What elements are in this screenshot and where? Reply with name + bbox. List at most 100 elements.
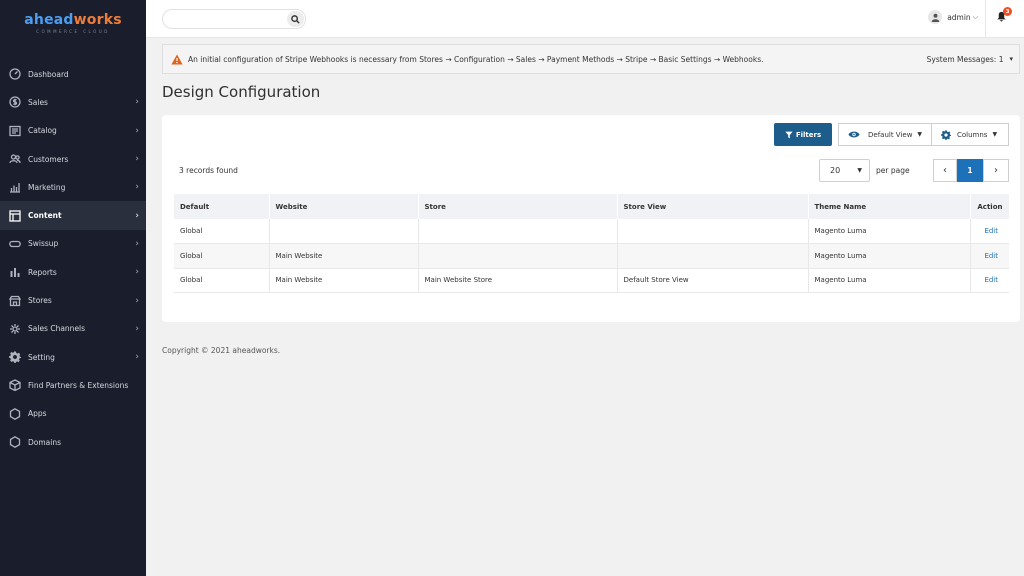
sales-channels-icon bbox=[8, 322, 21, 335]
stores-icon bbox=[8, 294, 21, 307]
sidebar-item-apps[interactable]: Apps bbox=[0, 400, 146, 428]
column-header-website[interactable]: Website bbox=[269, 194, 419, 219]
warning-icon bbox=[171, 54, 183, 64]
sidebar-item-content[interactable]: Content › bbox=[0, 201, 146, 230]
search-button[interactable] bbox=[287, 11, 304, 27]
hexagon-icon bbox=[8, 407, 21, 420]
logo-wordmark: aheadworks bbox=[24, 13, 122, 27]
notification-badge: 3 bbox=[1003, 7, 1012, 16]
eye-icon bbox=[848, 131, 860, 138]
gear-icon bbox=[8, 351, 21, 364]
cell-store-view bbox=[617, 219, 809, 244]
logo-part1: ahead bbox=[24, 11, 74, 28]
sidebar-item-find-partners[interactable]: Find Partners & Extensions bbox=[0, 371, 146, 399]
cell-store bbox=[418, 243, 618, 269]
sidebar-item-label: Sales bbox=[28, 97, 48, 107]
search-box bbox=[162, 9, 306, 29]
sidebar-item-label: Dashboard bbox=[28, 69, 69, 79]
search-input[interactable] bbox=[163, 10, 283, 28]
swissup-icon bbox=[8, 237, 21, 250]
system-messages-toggle[interactable]: System Messages: 1 bbox=[927, 55, 1004, 64]
cell-store bbox=[418, 219, 618, 244]
sidebar-item-label: Reports bbox=[28, 267, 57, 277]
table-row: Global Main Website Main Website Store D… bbox=[174, 268, 1009, 293]
chevron-right-icon: › bbox=[135, 323, 139, 334]
table-row: Global Main Website Magento Luma Edit bbox=[174, 243, 1009, 269]
sidebar-item-domains[interactable]: Domains bbox=[0, 428, 146, 456]
edit-link[interactable]: Edit bbox=[970, 268, 1009, 293]
chevron-right-icon: › bbox=[994, 165, 998, 176]
sidebar-item-swissup[interactable]: Swissup › bbox=[0, 230, 146, 258]
columns-selector[interactable]: Columns ▼ bbox=[931, 123, 1009, 146]
sidebar-item-label: Marketing bbox=[28, 182, 66, 192]
grid-card: Filters Default View ▼ Columns ▼ 3 recor… bbox=[162, 115, 1020, 322]
column-header-store[interactable]: Store bbox=[418, 194, 618, 219]
sidebar-item-customers[interactable]: Customers › bbox=[0, 145, 146, 173]
caret-down-icon: ▼ bbox=[857, 167, 862, 174]
edit-link[interactable]: Edit bbox=[970, 243, 1009, 269]
sidebar-item-reports[interactable]: Reports › bbox=[0, 258, 146, 286]
sidebar-item-sales-channels[interactable]: Sales Channels › bbox=[0, 315, 146, 343]
sidebar-item-marketing[interactable]: Marketing › bbox=[0, 173, 146, 201]
pagination-current-page[interactable]: 1 bbox=[957, 159, 983, 182]
system-message-bar: An initial configuration of Stripe Webho… bbox=[162, 44, 1020, 74]
caret-down-icon: ▼ bbox=[992, 131, 998, 138]
chevron-right-icon: › bbox=[135, 267, 139, 278]
sidebar-item-label: Domains bbox=[28, 437, 62, 447]
hexagon-icon bbox=[8, 436, 21, 449]
caret-down-icon[interactable]: ▾ bbox=[1009, 55, 1013, 63]
notifications-button[interactable]: 3 bbox=[996, 7, 1012, 24]
logo-tagline: COMMERCE CLOUD bbox=[36, 28, 110, 34]
cell-default: Global bbox=[174, 243, 270, 269]
table-header-row: Default Website Store Store View Theme N… bbox=[174, 194, 1010, 219]
cell-default: Global bbox=[174, 219, 270, 244]
pagination-prev-button[interactable]: ‹ bbox=[933, 159, 957, 182]
column-header-action: Action bbox=[970, 194, 1010, 219]
column-header-store-view[interactable]: Store View bbox=[617, 194, 809, 219]
view-selector[interactable]: Default View ▼ bbox=[838, 123, 932, 146]
table-row: Global Magento Luma Edit bbox=[174, 219, 1009, 244]
customers-icon bbox=[8, 153, 21, 166]
caret-down-icon: ▼ bbox=[917, 131, 923, 138]
chevron-right-icon: › bbox=[135, 182, 139, 193]
pagination-next-button[interactable]: › bbox=[983, 159, 1009, 182]
sidebar-item-sales[interactable]: Sales › bbox=[0, 88, 146, 116]
sidebar-item-label: Content bbox=[28, 211, 62, 221]
sidebar-item-setting[interactable]: Setting › bbox=[0, 343, 146, 371]
chevron-right-icon: › bbox=[135, 210, 139, 221]
chevron-right-icon: › bbox=[135, 125, 139, 136]
user-menu[interactable]: admin ⌵ bbox=[928, 10, 978, 24]
per-page-label: per page bbox=[876, 166, 910, 175]
header-divider bbox=[985, 0, 986, 38]
filters-label: Filters bbox=[795, 130, 822, 139]
view-label: Default View bbox=[868, 130, 913, 139]
page-title: Design Configuration bbox=[162, 83, 321, 101]
chevron-right-icon: › bbox=[135, 352, 139, 363]
cell-store-view bbox=[617, 243, 809, 269]
per-page-value: 20 bbox=[830, 166, 841, 175]
dollar-icon bbox=[8, 96, 21, 109]
per-page-select[interactable]: 20 ▼ bbox=[819, 159, 870, 182]
chevron-right-icon: › bbox=[135, 295, 139, 306]
column-header-default[interactable]: Default bbox=[174, 194, 270, 219]
user-name: admin bbox=[947, 12, 971, 22]
search-icon bbox=[291, 14, 300, 24]
chevron-right-icon: › bbox=[135, 154, 139, 165]
sidebar-item-stores[interactable]: Stores › bbox=[0, 286, 146, 314]
sidebar-item-dashboard[interactable]: Dashboard bbox=[0, 60, 146, 88]
marketing-icon bbox=[8, 181, 21, 194]
cell-theme-name: Magento Luma bbox=[808, 268, 971, 293]
logo[interactable]: aheadworks COMMERCE CLOUD bbox=[0, 0, 146, 42]
avatar bbox=[928, 10, 943, 24]
column-header-theme-name[interactable]: Theme Name bbox=[808, 194, 971, 219]
cell-default: Global bbox=[174, 268, 270, 293]
edit-link[interactable]: Edit bbox=[970, 219, 1009, 244]
reports-icon bbox=[8, 266, 21, 279]
sidebar-item-label: Stores bbox=[28, 296, 52, 306]
cell-store-view: Default Store View bbox=[617, 268, 809, 293]
content-icon bbox=[8, 209, 21, 222]
filters-button[interactable]: Filters bbox=[774, 123, 832, 146]
cell-theme-name: Magento Luma bbox=[808, 219, 971, 244]
sidebar-item-catalog[interactable]: Catalog › bbox=[0, 117, 146, 145]
sidebar-item-label: Sales Channels bbox=[28, 324, 86, 334]
